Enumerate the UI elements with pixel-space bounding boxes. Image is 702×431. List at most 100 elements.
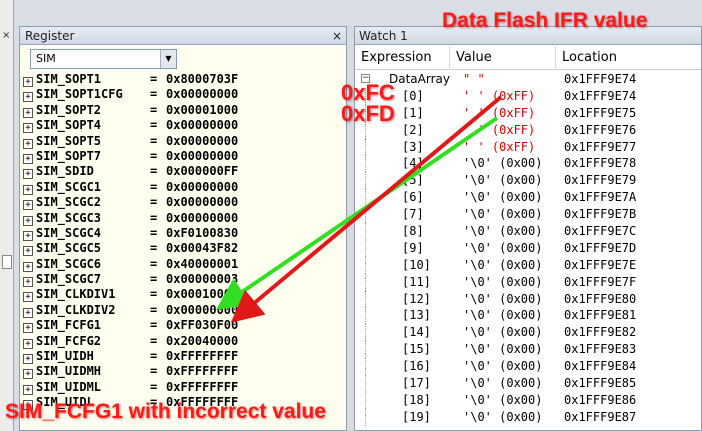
watch-row-value[interactable]: '\0' (0x00) (463, 223, 542, 240)
watch-row[interactable]: [18] '\0' (0x00) 0x1FFF9E86 (355, 391, 701, 409)
watch-row[interactable]: [9] '\0' (0x00) 0x1FFF9E7D (355, 239, 701, 257)
expand-icon[interactable]: + (23, 200, 33, 211)
expand-icon[interactable]: + (23, 230, 33, 241)
watch-row[interactable]: [10] '\0' (0x00) 0x1FFF9E7E (355, 256, 701, 274)
expand-icon[interactable]: + (23, 369, 33, 380)
watch-row-value[interactable]: '\0' (0x00) (463, 324, 542, 341)
watch-row-value[interactable]: '\0' (0x00) (463, 307, 542, 324)
register-value[interactable]: 0x00000000 (166, 303, 238, 317)
close-icon[interactable]: × (332, 27, 342, 45)
register-value[interactable]: 0x00000000 (166, 211, 238, 225)
watch-row-value[interactable]: '\0' (0x00) (463, 274, 542, 291)
register-row[interactable]: + SIM_FCFG1 = 0xFF030F00 (23, 318, 346, 334)
watch-row-value[interactable]: '\0' (0x00) (463, 392, 542, 409)
watch-row[interactable]: [6] '\0' (0x00) 0x1FFF9E7A (355, 189, 701, 207)
watch-row[interactable]: [13] '\0' (0x00) 0x1FFF9E81 (355, 307, 701, 325)
expand-icon[interactable]: + (23, 215, 33, 226)
expand-icon[interactable]: + (23, 77, 33, 87)
watch-row[interactable]: [2] ' ' (0xFF) 0x1FFF9E76 (355, 121, 701, 139)
register-value[interactable]: 0x00000000 (166, 195, 238, 209)
watch-row-value[interactable]: '\0' (0x00) (463, 240, 542, 257)
watch-row[interactable]: [0] ' ' (0xFF) 0x1FFF9E74 (355, 87, 701, 105)
watch-row-value[interactable]: '\0' (0x00) (463, 358, 542, 375)
register-value[interactable]: 0xFFFFFFFF (166, 364, 238, 378)
expand-icon[interactable]: + (23, 169, 33, 180)
register-row[interactable]: + SIM_SCGC2 = 0x00000000 (23, 195, 346, 211)
watch-row[interactable]: [15] '\0' (0x00) 0x1FFF9E83 (355, 341, 701, 359)
watch-row[interactable]: [1] ' ' (0xFF) 0x1FFF9E75 (355, 104, 701, 122)
watch-row[interactable]: [3] ' ' (0xFF) 0x1FFF9E77 (355, 138, 701, 156)
watch-row-value[interactable]: '\0' (0x00) (463, 291, 542, 308)
register-row[interactable]: + SIM_SCGC6 = 0x40000001 (23, 257, 346, 272)
expand-icon[interactable]: + (23, 307, 33, 318)
register-row[interactable]: + SIM_SCGC7 = 0x00000003 (23, 272, 346, 288)
watch-row[interactable]: [5] '\0' (0x00) 0x1FFF9E79 (355, 172, 701, 190)
register-row[interactable]: + SIM_SCGC4 = 0xF0100830 (23, 226, 346, 241)
register-row[interactable]: + SIM_SOPT1CFG = 0x00000000 (23, 87, 346, 103)
register-value[interactable]: 0x00010000 (166, 287, 238, 301)
watch-row-value[interactable]: '\0' (0x00) (463, 257, 542, 274)
register-value[interactable]: 0x00001000 (166, 103, 238, 117)
column-header-value[interactable]: Value (450, 46, 556, 70)
register-value[interactable]: 0x8000703F (166, 72, 238, 86)
register-row[interactable]: + SIM_UIDH = 0xFFFFFFFF (23, 349, 346, 365)
watch-row[interactable]: [7] '\0' (0x00) 0x1FFF9E7B (355, 206, 701, 224)
register-row[interactable]: + SIM_SOPT7 = 0x00000000 (23, 149, 346, 164)
expand-icon[interactable]: + (23, 184, 33, 195)
chevron-down-icon[interactable]: ▼ (160, 50, 176, 68)
expand-icon[interactable]: + (23, 138, 33, 149)
close-icon[interactable]: × (2, 31, 12, 41)
watch-row[interactable]: [8] '\0' (0x00) 0x1FFF9E7C (355, 223, 701, 240)
expand-icon[interactable]: + (23, 323, 33, 334)
expand-icon[interactable]: + (23, 246, 33, 257)
column-header-expression[interactable]: Expression (355, 46, 450, 70)
watch-row-value[interactable]: '\0' (0x00) (463, 155, 542, 172)
expand-icon[interactable]: + (23, 354, 33, 365)
register-value[interactable]: 0x00000003 (166, 272, 238, 286)
expand-icon[interactable]: + (23, 292, 33, 303)
register-value[interactable]: 0xFFFFFFFF (166, 380, 238, 394)
register-row[interactable]: + SIM_SOPT4 = 0x00000000 (23, 118, 346, 134)
register-value[interactable]: 0xFF030F00 (166, 318, 238, 332)
register-row[interactable]: + SIM_SDID = 0x000000FF (23, 164, 346, 180)
watch-row-value[interactable]: '\0' (0x00) (463, 206, 542, 223)
watch-row-value[interactable]: ' ' (0xFF) (463, 139, 535, 156)
column-header-location[interactable]: Location (556, 46, 702, 70)
watch-root-row[interactable]: − DataArray " " 0x1FFF9E74 (355, 71, 701, 88)
register-row[interactable]: + SIM_SCGC1 = 0x00000000 (23, 180, 346, 195)
expand-icon[interactable]: + (23, 92, 33, 103)
scrollbar-thumb[interactable] (2, 255, 12, 269)
register-value[interactable]: 0x000000FF (166, 164, 238, 178)
watch-row-value[interactable]: '\0' (0x00) (463, 172, 542, 189)
register-row[interactable]: + SIM_FCFG2 = 0x20040000 (23, 334, 346, 349)
watch-row[interactable]: [17] '\0' (0x00) 0x1FFF9E85 (355, 375, 701, 392)
watch-row[interactable]: [12] '\0' (0x00) 0x1FFF9E80 (355, 290, 701, 308)
register-value[interactable]: 0xFFFFFFFF (166, 349, 238, 363)
watch-row-value[interactable]: ' ' (0xFF) (463, 122, 535, 139)
register-row[interactable]: + SIM_SCGC5 = 0x00043F82 (23, 241, 346, 257)
register-value[interactable]: 0xF0100830 (166, 226, 238, 240)
register-row[interactable]: + SIM_CLKDIV2 = 0x00000000 (23, 303, 346, 318)
register-row[interactable]: + SIM_SOPT5 = 0x00000000 (23, 134, 346, 149)
register-value[interactable]: 0x00000000 (166, 180, 238, 194)
expand-icon[interactable]: + (23, 107, 33, 118)
watch-row[interactable]: [19] '\0' (0x00) 0x1FFF9E87 (355, 408, 701, 426)
watch-row-value[interactable]: '\0' (0x00) (463, 341, 542, 358)
expand-icon[interactable]: + (23, 338, 33, 349)
watch-row[interactable]: [11] '\0' (0x00) 0x1FFF9E7F (355, 273, 701, 291)
register-value[interactable]: 0x00000000 (166, 134, 238, 148)
watch-row-value[interactable]: '\0' (0x00) (463, 409, 542, 426)
register-group-select[interactable]: SIM ▼ (30, 49, 177, 69)
register-row[interactable]: + SIM_UIDMH = 0xFFFFFFFF (23, 364, 346, 380)
register-row[interactable]: + SIM_CLKDIV1 = 0x00010000 (23, 287, 346, 303)
register-row[interactable]: + SIM_UIDML = 0xFFFFFFFF (23, 380, 346, 395)
watch-row-value[interactable]: '\0' (0x00) (463, 189, 542, 206)
watch-row[interactable]: [4] '\0' (0x00) 0x1FFF9E78 (355, 155, 701, 173)
register-value[interactable]: 0x00000000 (166, 118, 238, 132)
expand-icon[interactable]: + (23, 384, 33, 395)
register-row[interactable]: + SIM_SOPT2 = 0x00001000 (23, 103, 346, 118)
register-value[interactable]: 0x20040000 (166, 334, 238, 348)
expand-icon[interactable]: + (23, 153, 33, 164)
watch-row[interactable]: [14] '\0' (0x00) 0x1FFF9E82 (355, 324, 701, 342)
watch-row-value[interactable]: ' ' (0xFF) (463, 88, 535, 105)
